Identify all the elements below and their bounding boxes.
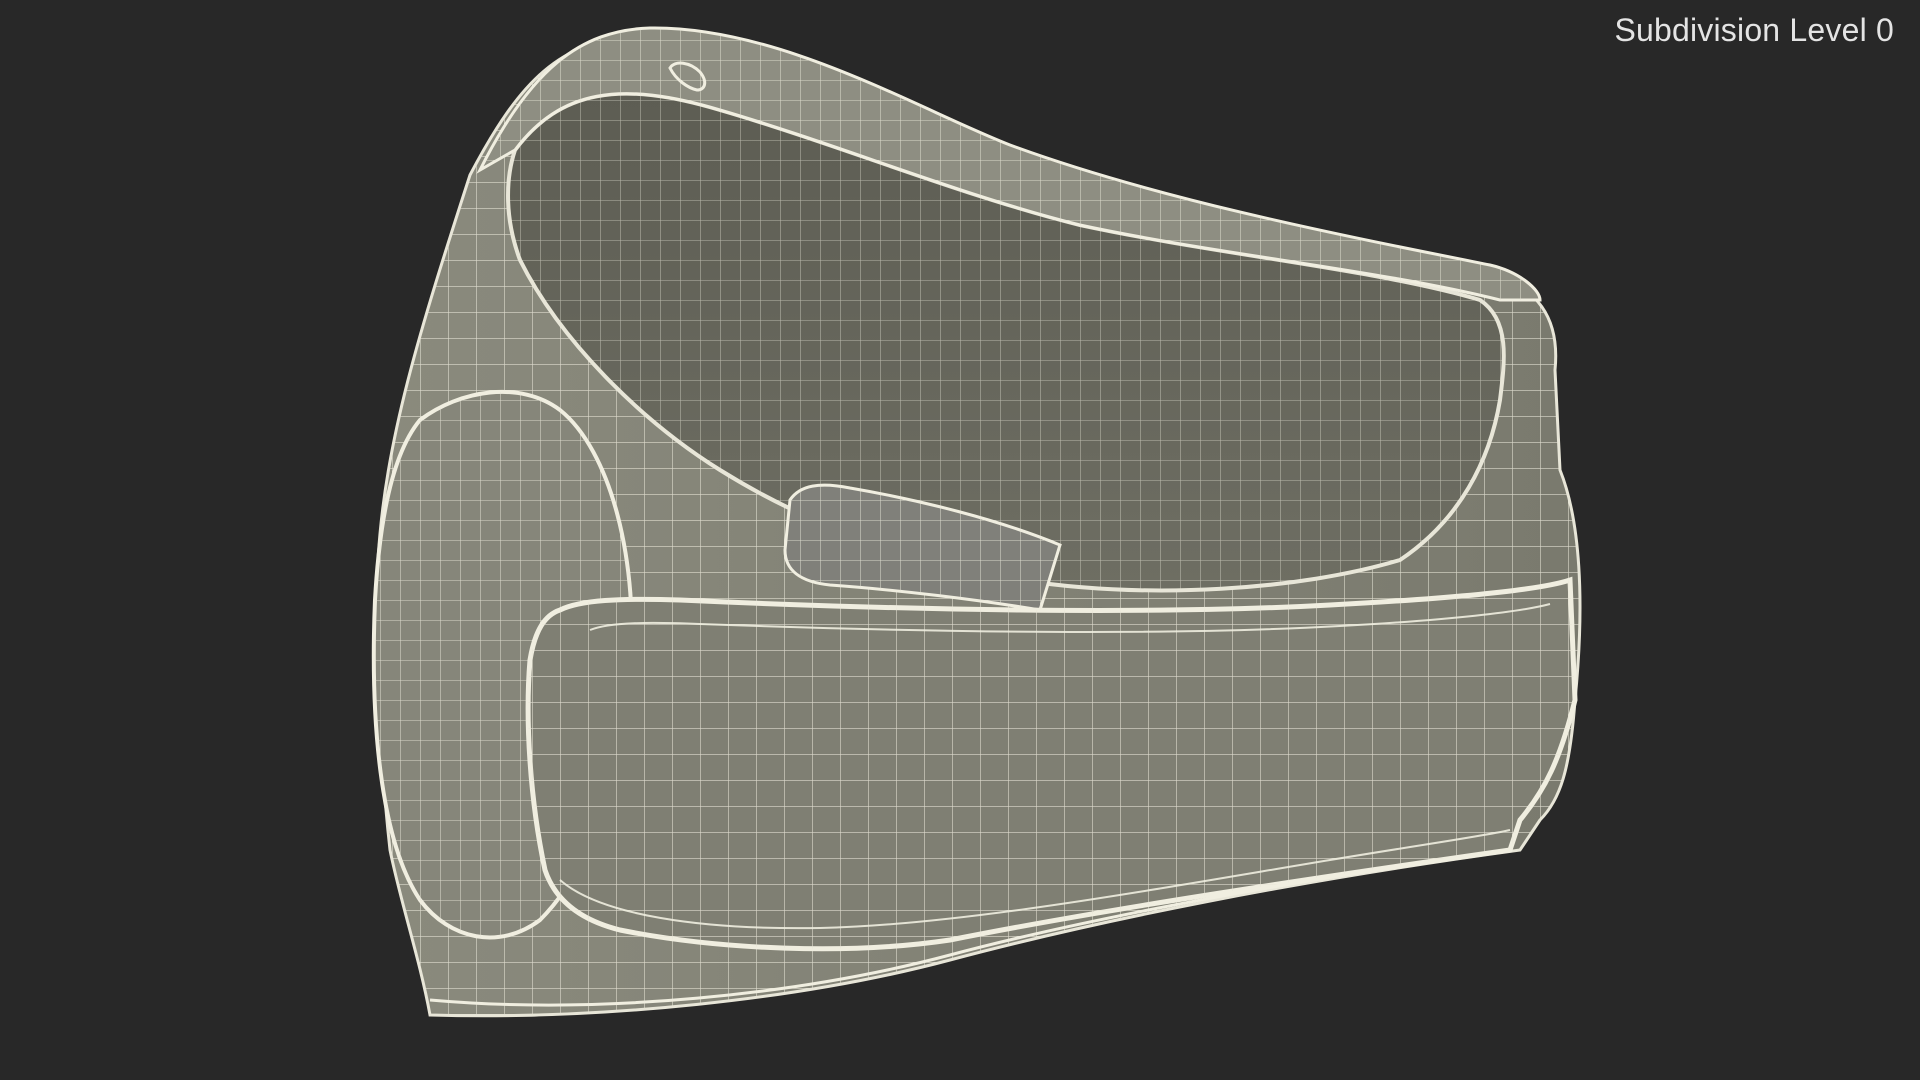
back-support-belt-wireframe-icon — [371, 26, 1582, 1018]
3d-viewport: Subdivision Level 0 — [0, 0, 1920, 1080]
subdivision-level-label: Subdivision Level 0 — [1614, 12, 1894, 48]
